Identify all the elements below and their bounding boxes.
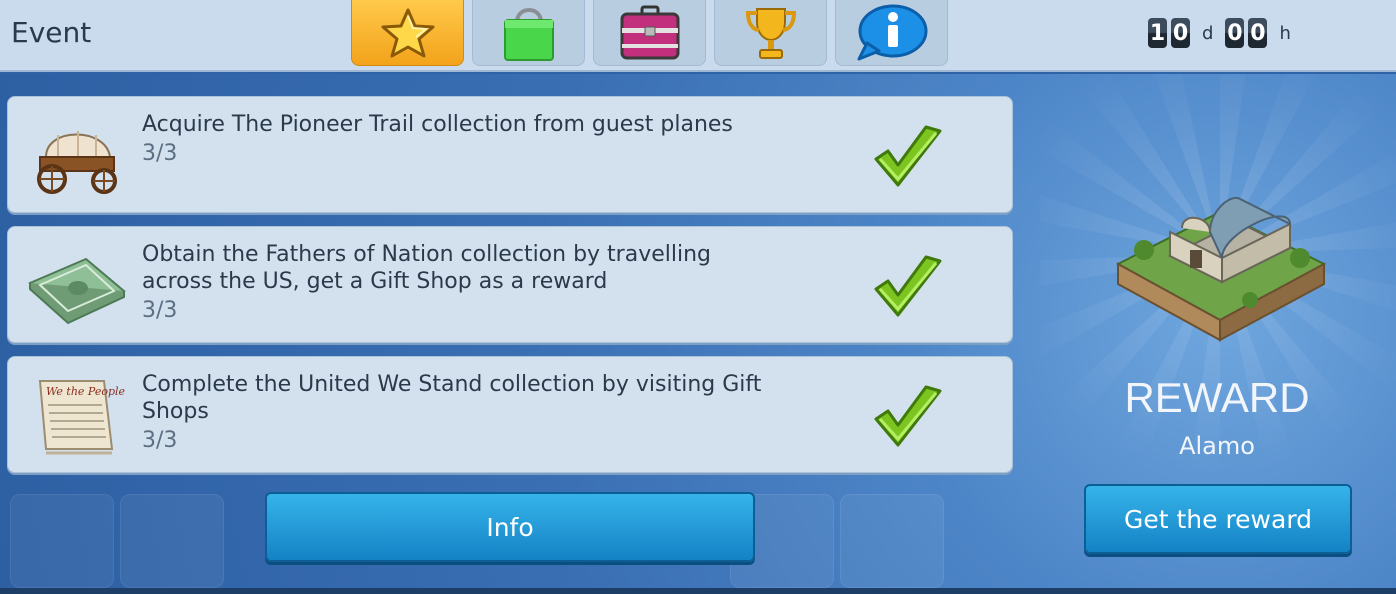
task-text: Obtain the Fathers of Nation collection …	[142, 242, 712, 294]
shopping-bag-icon	[503, 7, 554, 61]
reward-title: REWARD	[1124, 374, 1310, 421]
event-timer: 1 0 d 0 0 h	[1148, 18, 1299, 48]
task-description: Acquire The Pioneer Trail collection fro…	[142, 111, 762, 167]
checkmark-icon	[874, 125, 942, 187]
timer-days-unit: d	[1202, 22, 1214, 44]
checkmark-icon	[874, 255, 942, 317]
task-description: Obtain the Fathers of Nation collection …	[142, 241, 762, 324]
star-icon	[381, 8, 434, 57]
task-card: Acquire The Pioneer Trail collection fro…	[7, 96, 1013, 213]
task-description: Complete the United We Stand collection …	[142, 371, 762, 454]
tab-case[interactable]	[593, 0, 706, 66]
background-box-icon	[120, 494, 224, 588]
info-bubble-icon	[857, 4, 927, 60]
background-gear-icon	[840, 494, 944, 588]
covered-wagon-icon	[37, 131, 117, 194]
task-text: Acquire The Pioneer Trail collection fro…	[142, 112, 733, 137]
timer-digit: 1	[1148, 18, 1167, 48]
checkmark-icon	[874, 385, 942, 447]
event-title: Event	[11, 16, 92, 49]
timer-digit: 0	[1248, 18, 1268, 48]
task-progress: 3/3	[142, 298, 178, 323]
get-reward-button[interactable]: Get the reward	[1084, 484, 1352, 554]
task-text: Complete the United We Stand collection …	[142, 372, 762, 424]
alamo-building-icon	[1115, 196, 1327, 342]
top-bar: Event 1 0 d 0 0 h	[0, 0, 1396, 72]
tab-shop[interactable]	[472, 0, 585, 66]
document-title-text: We the People	[46, 385, 126, 398]
timer-digit: 0	[1171, 18, 1190, 48]
constitution-document-icon: We the People	[38, 380, 126, 455]
tab-info[interactable]	[835, 0, 948, 66]
bottom-edge	[0, 588, 1396, 594]
task-card: We the People Complete the United We Sta…	[7, 356, 1013, 473]
timer-hours-unit: h	[1279, 22, 1291, 44]
reward-name: Alamo	[1179, 432, 1255, 460]
info-button[interactable]: Info	[265, 492, 755, 562]
timer-digit: 0	[1225, 18, 1245, 48]
suitcase-icon	[620, 5, 679, 59]
background-airplane-icon	[10, 494, 114, 588]
tab-star[interactable]	[351, 0, 464, 66]
task-card: Obtain the Fathers of Nation collection …	[7, 226, 1013, 343]
banknote-stack-icon	[28, 257, 126, 325]
trophy-icon	[745, 7, 796, 59]
task-progress: 3/3	[142, 428, 178, 453]
tab-trophy[interactable]	[714, 0, 827, 66]
task-progress: 3/3	[142, 141, 178, 166]
tab-bar	[351, 0, 948, 66]
